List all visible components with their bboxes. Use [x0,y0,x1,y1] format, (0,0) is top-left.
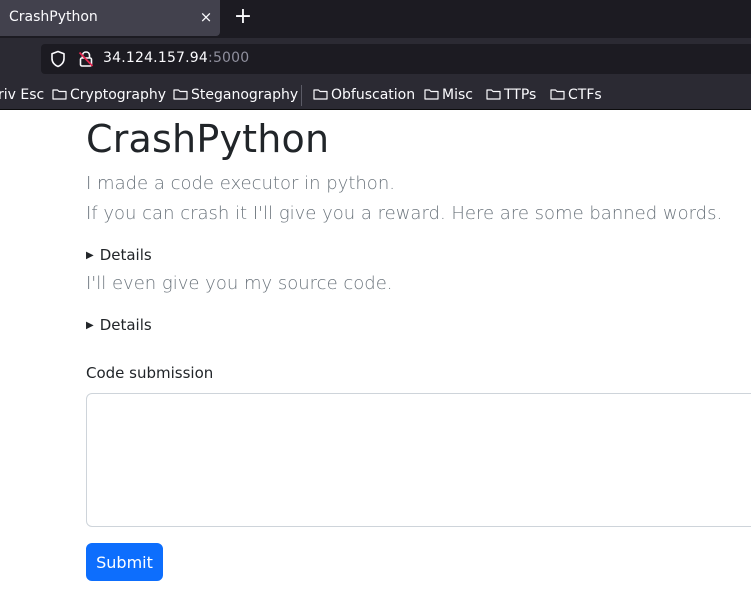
folder-icon [52,89,67,100]
folder-icon [424,89,439,100]
details-summary-label: Details [99,316,152,334]
bookmark-label: Obfuscation [331,87,416,103]
browser-tab-strip: CrashPython × + [0,0,751,38]
code-submission-label: Code submission [86,364,214,382]
bookmark-priv-esc[interactable]: riv Esc [0,86,44,106]
folder-icon [313,89,328,100]
browser-tab[interactable]: CrashPython × [0,0,220,36]
bookmark-label: Cryptography [70,87,167,103]
insecure-lock-icon[interactable] [77,50,95,68]
folder-icon [550,89,565,100]
new-tab-icon[interactable]: + [232,5,254,29]
source-code-details-toggle[interactable]: ▶ Details [86,316,152,334]
submit-button[interactable]: Submit [86,543,163,581]
bookmark-label: TTPs [504,87,537,103]
shield-icon[interactable] [49,50,67,68]
url-text[interactable]: 34.124.157.94:5000 [103,50,249,66]
disclosure-triangle-icon: ▶ [86,320,94,331]
page-content: CrashPython I made a code executor in py… [86,110,751,603]
page-title: CrashPython [86,117,330,161]
bookmark-label: riv Esc [0,87,45,103]
bookmark-label: Steganography [191,87,299,103]
details-summary-label: Details [99,246,152,264]
bookmark-label: Misc [442,87,473,103]
disclosure-triangle-icon: ▶ [86,250,94,261]
navigation-toolbar: 34.124.157.94:5000 [0,38,751,81]
bookmark-folder-ctfs[interactable]: CTFs [550,86,602,106]
bookmark-folder-steganography[interactable]: Steganography [173,86,298,106]
tab-title: CrashPython [9,9,98,25]
source-code-text: I'll even give you my source code. [86,273,393,294]
bookmark-folder-misc[interactable]: Misc [424,86,473,106]
bookmark-label: CTFs [568,87,602,103]
code-submission-textarea[interactable] [86,393,751,527]
intro-text-line-2: If you can crash it I'll give you a rewa… [86,203,723,224]
bookmark-folder-ttps[interactable]: TTPs [486,86,536,106]
bookmark-folder-obfuscation[interactable]: Obfuscation [313,86,415,106]
bookmarks-toolbar: riv Esc Cryptography Steganography Obfus… [0,81,751,110]
folder-icon [173,89,188,100]
tab-close-icon[interactable]: × [197,7,215,27]
banned-words-details-toggle[interactable]: ▶ Details [86,246,152,264]
intro-text-line-1: I made a code executor in python. [86,173,395,194]
url-host: 34.124.157.94 [103,50,209,66]
folder-icon [486,89,501,100]
url-bar[interactable]: 34.124.157.94:5000 [41,44,751,74]
bookmark-separator [301,85,302,106]
bookmark-folder-cryptography[interactable]: Cryptography [52,86,166,106]
url-port: :5000 [208,50,250,66]
